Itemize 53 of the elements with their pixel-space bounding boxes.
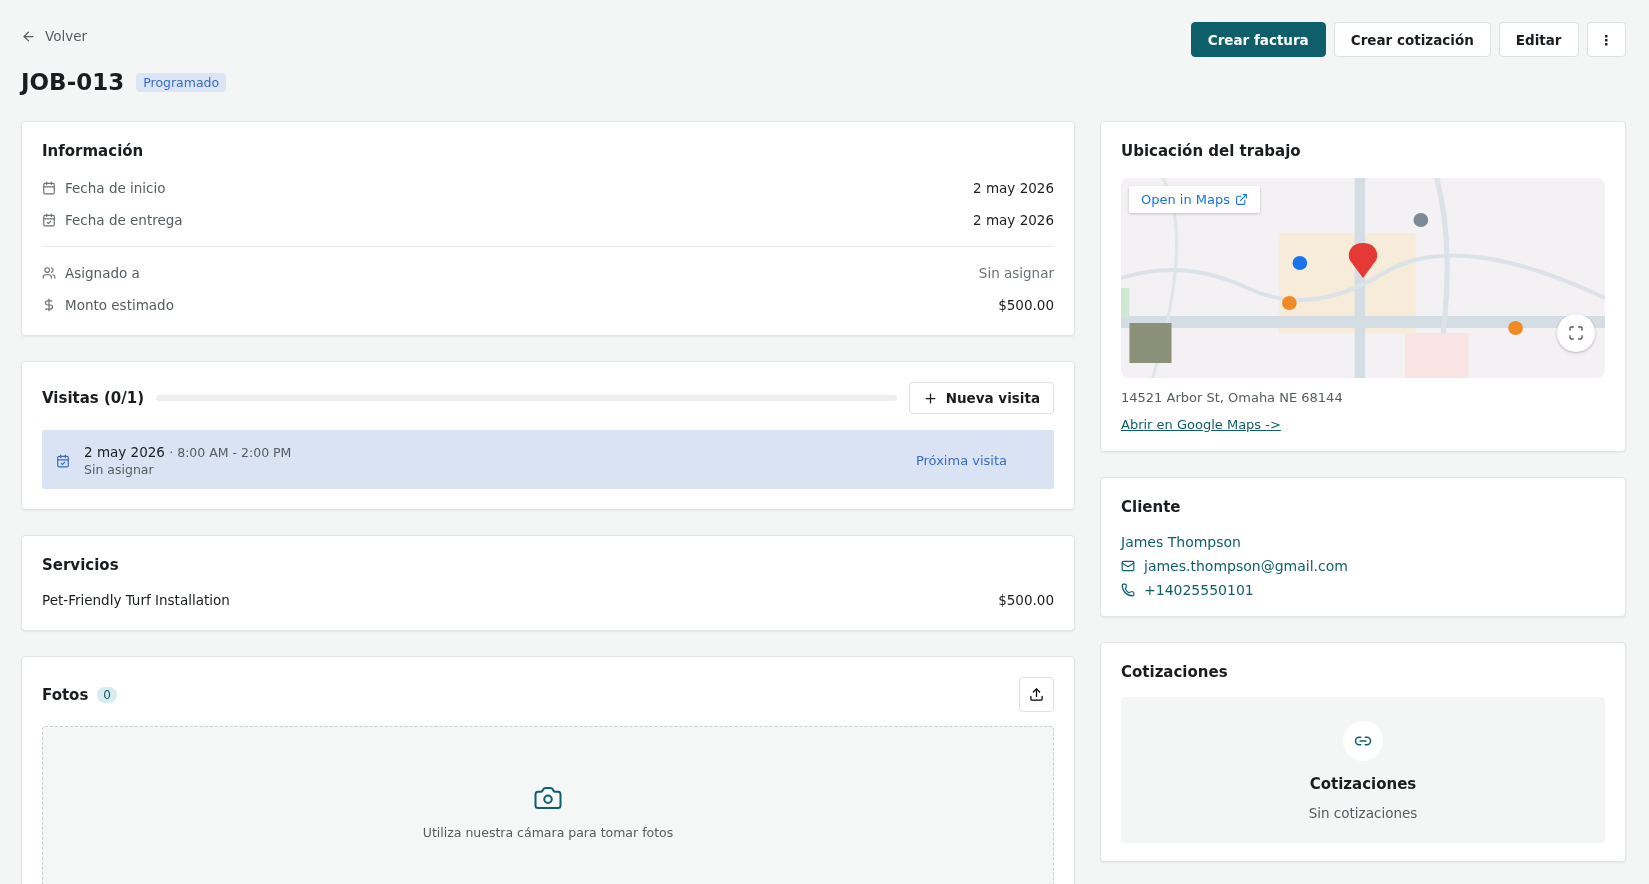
empty-title: Cotizaciones xyxy=(1309,775,1417,793)
dollar-icon xyxy=(42,298,56,312)
visit-date: 2 may 2026 · 8:00 AM - 2:00 PM xyxy=(84,444,293,460)
card-title: Cotizaciones xyxy=(1121,663,1229,681)
empty-text: Sin cotizaciones xyxy=(1308,805,1418,821)
external-link-icon xyxy=(1235,193,1249,206)
upload-icon xyxy=(1029,687,1044,702)
info-label: Fecha de entrega xyxy=(42,212,183,228)
visit-tag: Próxima visita xyxy=(915,453,1007,468)
service-name: Pet-Friendly Turf Installation xyxy=(42,592,230,608)
service-price: $500.00 xyxy=(998,592,1054,608)
plus-icon xyxy=(922,390,938,406)
action-button[interactable]: Crear cotización xyxy=(1333,22,1491,57)
google-maps-link[interactable]: Abrir en Google Maps -> xyxy=(1121,417,1281,432)
client-name-link[interactable]: James Thompson xyxy=(1121,534,1605,550)
calendar-check-icon xyxy=(42,213,56,227)
visit-item[interactable]: 2 may 2026 · 8:00 AM - 2:00 PM Sin asignar Próxima visita xyxy=(42,430,1054,489)
phone-link[interactable]: +14025550101 xyxy=(1121,582,1254,598)
phone-icon xyxy=(1121,583,1135,597)
more-button[interactable]: ⋮ xyxy=(1586,22,1626,57)
job-title: JOB-013 xyxy=(21,69,125,95)
address-text: 14521 Arbor St, Omaha NE 68144 xyxy=(1121,390,1344,405)
action-button[interactable]: Editar xyxy=(1498,22,1579,57)
card-title: Ubicación del trabajo xyxy=(1121,142,1302,160)
calendar-icon xyxy=(42,181,56,195)
fullscreen-icon xyxy=(1568,325,1584,341)
new-visit-button[interactable]: Nueva visita xyxy=(908,382,1054,414)
open-in-maps-button[interactable]: Open in Maps xyxy=(1129,186,1261,213)
info-label: Monto estimado xyxy=(42,297,174,313)
primary-button[interactable]: Crear factura xyxy=(1190,22,1326,57)
calendar-check-icon xyxy=(56,453,70,468)
visit-assignee: Sin asignar xyxy=(84,462,155,477)
status-badge: Programado xyxy=(136,72,227,92)
info-label: Asignado a xyxy=(42,265,140,281)
card-title: Servicios xyxy=(42,556,120,574)
upload-button[interactable] xyxy=(1019,677,1054,712)
card-title: Fotos xyxy=(42,685,89,704)
info-label: Fecha de inicio xyxy=(42,180,166,196)
mail-icon xyxy=(1121,559,1135,573)
info-value: 2 may 2026 xyxy=(973,212,1054,228)
info-value: $500.00 xyxy=(998,297,1054,313)
info-value: 2 may 2026 xyxy=(973,180,1054,196)
photo-dropzone[interactable]: Utiliza nuestra cámara para tomar fotos xyxy=(42,726,1054,884)
card-title: Visitas (0/1) xyxy=(42,389,145,407)
dropzone-text: Utiliza nuestra cámara para tomar fotos xyxy=(422,825,674,840)
email-link[interactable]: james.thompson@gmail.com xyxy=(1121,558,1348,574)
link-icon xyxy=(1343,721,1383,761)
info-value: Sin asignar xyxy=(978,265,1054,281)
card-title: Información xyxy=(42,142,145,160)
count-badge: 0 xyxy=(97,686,117,703)
card-title: Cliente xyxy=(1121,498,1182,516)
users-icon xyxy=(42,266,56,280)
back-link[interactable]: Volver xyxy=(21,28,88,44)
